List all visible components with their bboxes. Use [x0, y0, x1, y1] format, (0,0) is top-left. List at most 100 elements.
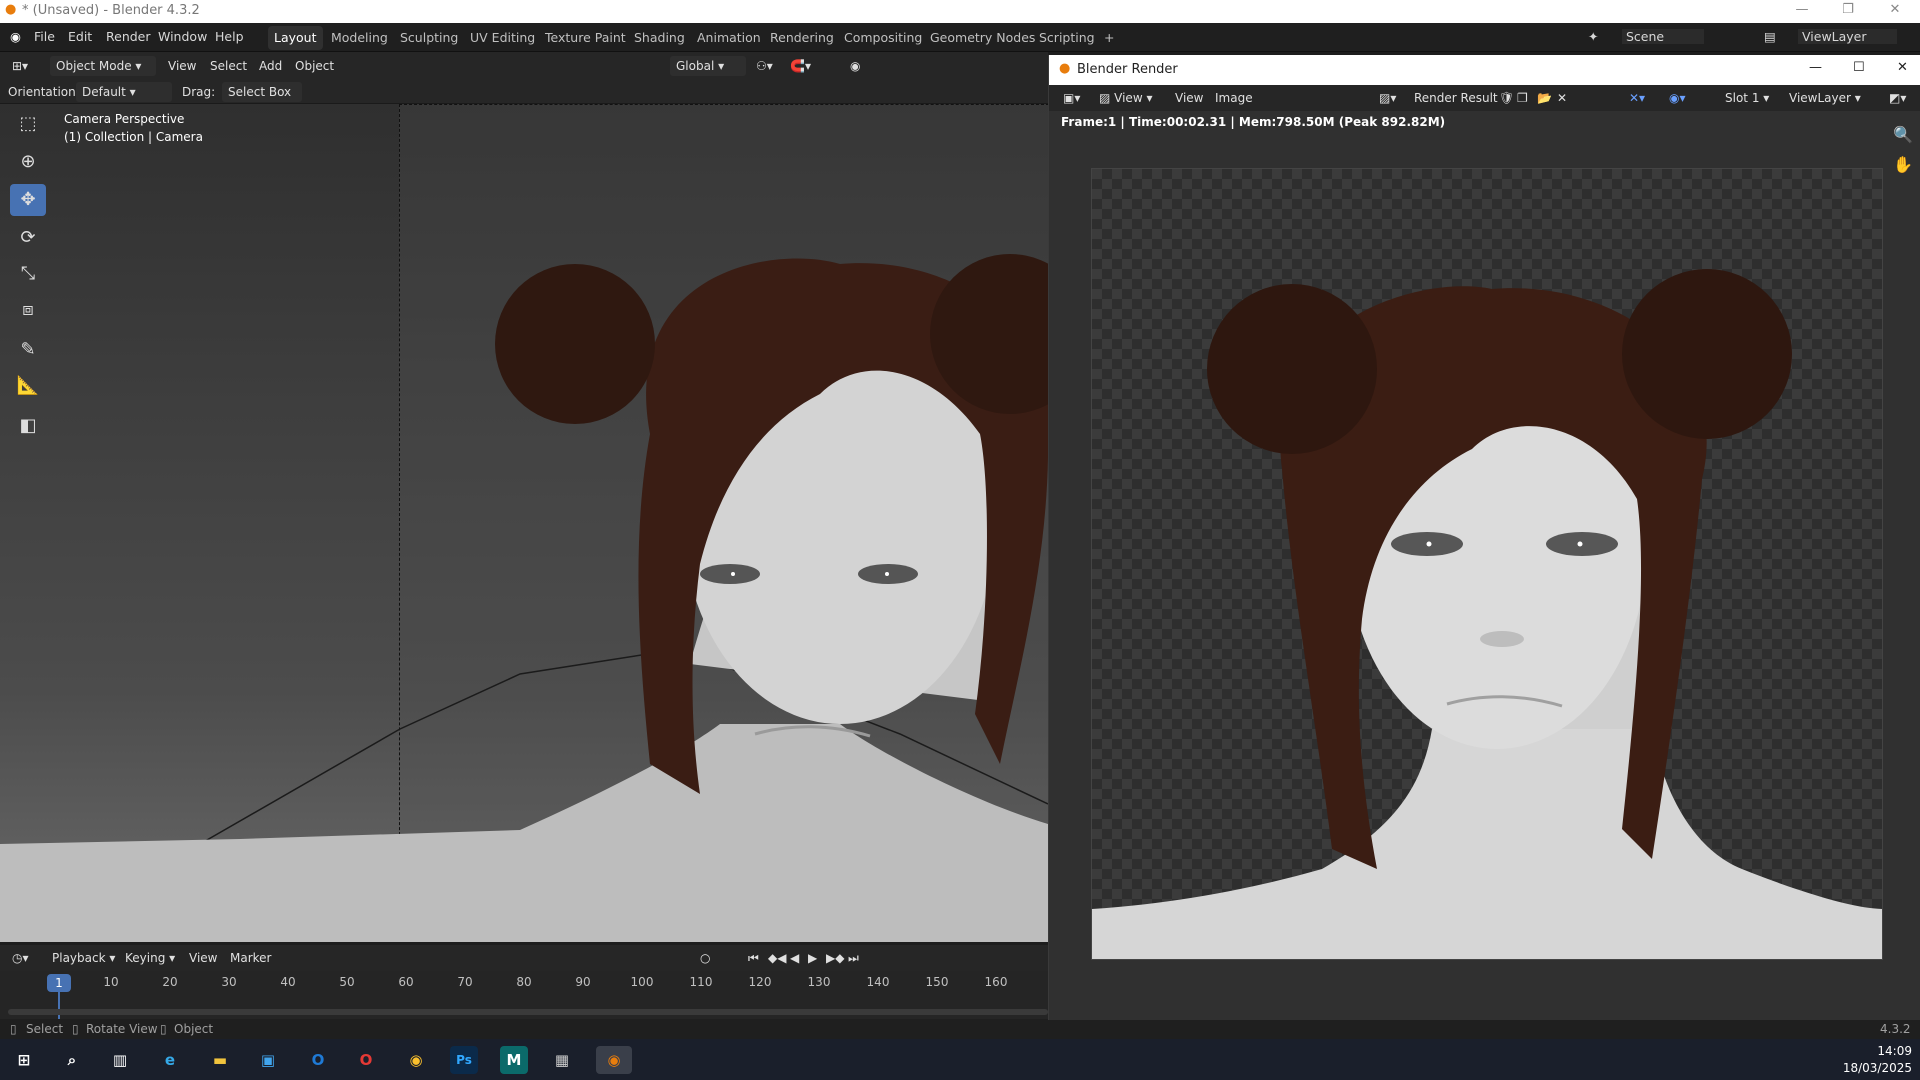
pan-hand-icon[interactable]: ✋	[1893, 155, 1913, 174]
tab-compositing[interactable]: Compositing	[838, 26, 928, 50]
add-workspace-button[interactable]: +	[1098, 26, 1120, 50]
tab-uv-editing[interactable]: UV Editing	[464, 26, 541, 50]
editor-type-icon[interactable]: ⊞▾	[12, 56, 28, 76]
gizmo-icon[interactable]: ✕▾	[1629, 88, 1645, 108]
timeline-view-menu[interactable]: View	[189, 948, 217, 968]
minimize-icon[interactable]: —	[1787, 2, 1817, 17]
pass-icon[interactable]: ◩▾	[1889, 88, 1906, 108]
outlook-icon[interactable]: O	[304, 1046, 332, 1074]
timeline-scrollbar[interactable]	[8, 1009, 1048, 1015]
task-view-icon[interactable]: ▥	[106, 1046, 134, 1074]
jump-end-icon[interactable]: ⏭	[848, 948, 859, 968]
close-icon[interactable]: ✕	[1880, 2, 1910, 17]
proportional-edit-icon[interactable]: ◉	[850, 56, 860, 76]
move-icon[interactable]: ✥	[10, 184, 46, 216]
blender-taskbar-icon[interactable]: ◉	[596, 1046, 632, 1074]
frame-tick: 20	[162, 975, 178, 989]
render-layer-dropdown[interactable]: ViewLayer ▾	[1789, 88, 1861, 108]
tab-texture-paint[interactable]: Texture Paint	[539, 26, 632, 50]
add-menu[interactable]: Add	[259, 56, 282, 76]
timeline-editor-icon[interactable]: ◷▾	[12, 948, 29, 968]
cursor-icon[interactable]: ⊕	[10, 146, 46, 178]
render-result-image[interactable]	[1091, 168, 1883, 960]
timeline-track[interactable]: 1 10 20 30 40 50 60 70 80 90 100 110 120…	[0, 971, 1048, 1021]
tab-layout[interactable]: Layout	[268, 26, 323, 50]
image-view-menu[interactable]: View	[1175, 88, 1203, 108]
microsoft-store-icon[interactable]: ▣	[254, 1046, 282, 1074]
image-editor-header: ▣▾ ▨ View ▾ View Image ▨▾ Render Result …	[1049, 85, 1920, 111]
menu-help[interactable]: Help	[215, 29, 244, 44]
m-app-icon[interactable]: M	[500, 1046, 528, 1074]
prev-keyframe-icon[interactable]: ◆◀	[768, 948, 786, 968]
restore-icon[interactable]: ❐	[1833, 2, 1863, 17]
file-explorer-icon[interactable]: ▬	[206, 1046, 234, 1074]
playhead[interactable]	[58, 991, 60, 1021]
zoom-icon[interactable]: 🔍	[1893, 125, 1913, 144]
system-clock[interactable]: 14:09 18/03/2025	[1843, 1043, 1912, 1077]
transform-orientation-dropdown[interactable]: Global ▾	[670, 56, 746, 76]
keyframe-record-icon[interactable]: ○	[700, 948, 710, 968]
slot-dropdown[interactable]: Slot 1 ▾	[1725, 88, 1769, 108]
edge-icon[interactable]: e	[156, 1046, 184, 1074]
3d-viewport[interactable]	[0, 104, 1048, 942]
scene-selector[interactable]: Scene	[1622, 29, 1705, 44]
menu-window[interactable]: Window	[158, 29, 207, 44]
photoshop-icon[interactable]: Ps	[450, 1046, 478, 1074]
rotate-icon[interactable]: ⟳	[10, 222, 46, 254]
overlay-icon[interactable]: ◉▾	[1669, 88, 1686, 108]
keying-menu[interactable]: Keying ▾	[125, 948, 175, 968]
duplicate-icon[interactable]: ❐	[1517, 88, 1528, 108]
render-result-label[interactable]: Render Result	[1414, 88, 1498, 108]
tab-modeling[interactable]: Modeling	[325, 26, 394, 50]
play-reverse-icon[interactable]: ◀	[790, 948, 799, 968]
frame-tick: 60	[398, 975, 414, 989]
chrome-icon[interactable]: ◉	[402, 1046, 430, 1074]
drag-dropdown[interactable]: Select Box ▾	[222, 82, 302, 119]
maximize-icon[interactable]: ☐	[1853, 60, 1865, 75]
annotate-icon[interactable]: ✎	[10, 334, 46, 366]
drag-label: Drag:	[182, 85, 216, 99]
menu-render[interactable]: Render	[106, 29, 151, 44]
snap-icon[interactable]: 🧲▾	[790, 56, 811, 76]
tab-sculpting[interactable]: Sculpting	[394, 26, 464, 50]
mode-dropdown[interactable]: Object Mode ▾	[50, 56, 156, 76]
close-icon[interactable]: ✕	[1897, 60, 1908, 75]
transform-icon[interactable]: ⧈	[10, 294, 46, 326]
marker-menu[interactable]: Marker	[230, 948, 271, 968]
scale-icon[interactable]: ⤡	[10, 258, 46, 290]
view-layer-selector[interactable]: ViewLayer	[1798, 29, 1897, 44]
view-menu[interactable]: View	[168, 56, 196, 76]
select-menu[interactable]: Select	[210, 56, 247, 76]
jump-start-icon[interactable]: ⏮	[748, 948, 759, 968]
image-menu[interactable]: Image	[1215, 88, 1253, 108]
object-menu[interactable]: Object	[295, 56, 334, 76]
minimize-icon[interactable]: —	[1809, 60, 1822, 75]
fake-user-icon[interactable]: 🛡	[1499, 88, 1514, 108]
opera-icon[interactable]: O	[352, 1046, 380, 1074]
menu-edit[interactable]: Edit	[68, 29, 92, 44]
select-box-icon[interactable]: ⬚	[10, 108, 46, 140]
editor-type-icon[interactable]: ▣▾	[1063, 88, 1080, 108]
image-view-mode-dropdown[interactable]: ▨ View ▾	[1099, 88, 1152, 108]
open-folder-icon[interactable]: 📂	[1537, 88, 1552, 108]
app-icon[interactable]: ▦	[548, 1046, 576, 1074]
pivot-icon[interactable]: ⚇▾	[756, 56, 773, 76]
search-icon[interactable]: ⌕	[58, 1046, 86, 1074]
tab-rendering[interactable]: Rendering	[764, 26, 840, 50]
add-cube-icon[interactable]: ◧	[10, 410, 46, 442]
current-frame-indicator[interactable]: 1	[47, 974, 71, 992]
playback-menu[interactable]: Playback ▾	[52, 948, 115, 968]
tab-scripting[interactable]: Scripting	[1033, 26, 1101, 50]
next-keyframe-icon[interactable]: ▶◆	[826, 948, 844, 968]
blender-menu-icon[interactable]: ◉	[10, 29, 21, 44]
tab-shading[interactable]: Shading	[628, 26, 691, 50]
tab-geometry-nodes[interactable]: Geometry Nodes	[924, 26, 1041, 50]
play-icon[interactable]: ▶	[808, 948, 817, 968]
tab-animation[interactable]: Animation	[691, 26, 767, 50]
windows-start-icon[interactable]: ⊞	[10, 1046, 38, 1074]
menu-file[interactable]: File	[34, 29, 55, 44]
orientation-dropdown[interactable]: Default ▾	[76, 82, 172, 102]
unlink-icon[interactable]: ✕	[1557, 88, 1567, 108]
image-view-label: View	[1114, 91, 1143, 105]
measure-icon[interactable]: 📐	[10, 370, 46, 402]
